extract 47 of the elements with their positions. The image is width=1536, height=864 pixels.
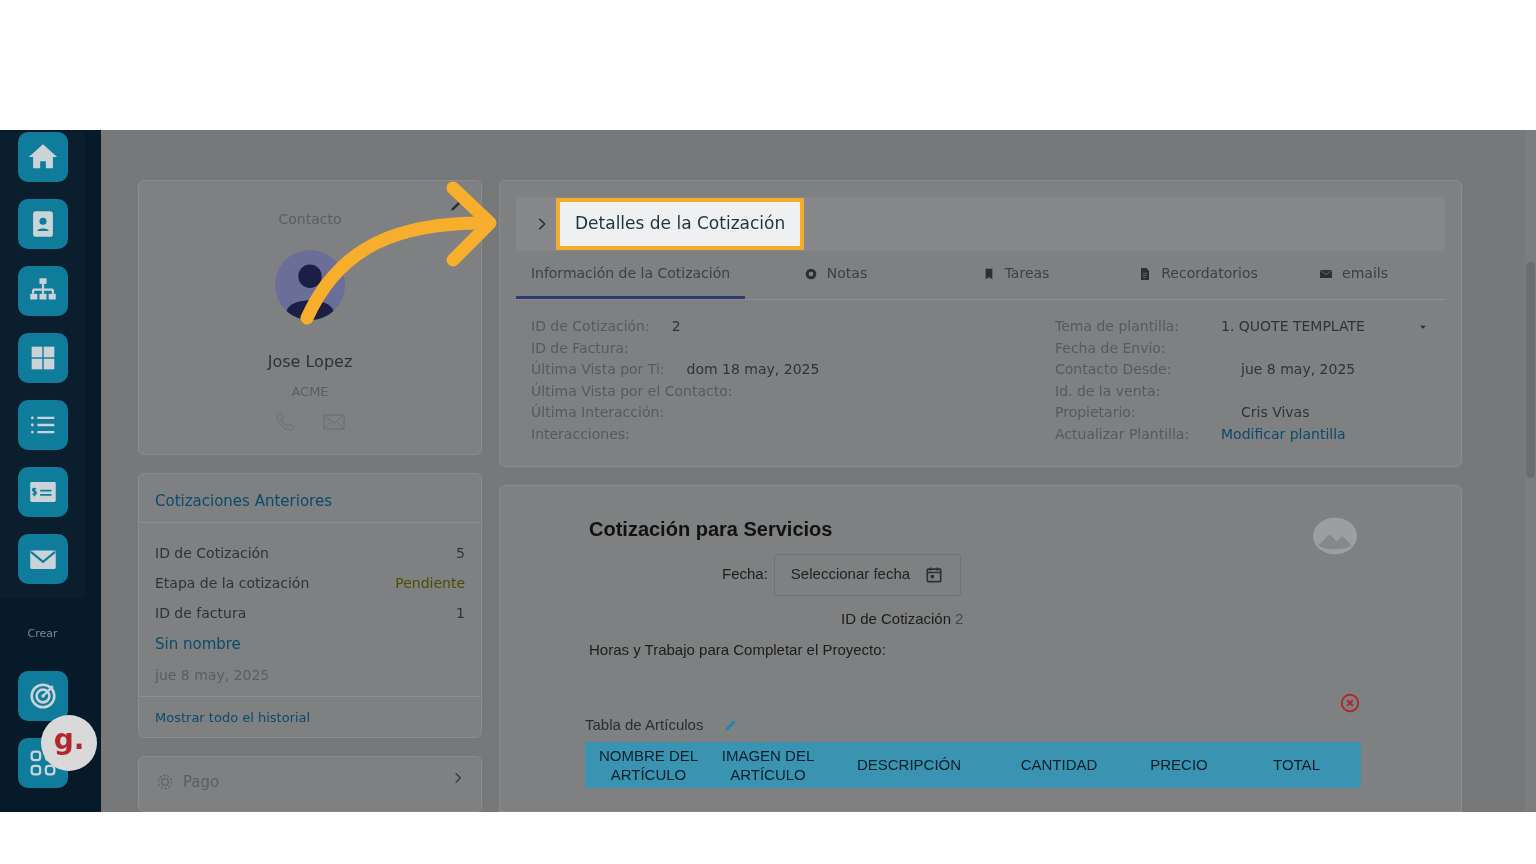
mail-button[interactable] [17,534,68,584]
table-label: Tabla de Artículos [585,714,704,735]
history-link[interactable]: Mostrar todo el historial [155,709,311,725]
row-label: ID de Cotización [155,544,269,564]
edit-icon[interactable] [449,199,463,213]
tab[interactable]: Notas [745,257,925,299]
row-label: Etapa de la cotización [155,574,310,594]
template-select[interactable]: 1. QUOTE TEMPLATE [1221,316,1430,338]
avatar [275,250,345,320]
tab[interactable]: Recordatorios [1105,257,1290,299]
template-link[interactable]: Modificar plantilla [1221,425,1346,442]
field-value: jue 8 may, 2025 [1241,361,1356,377]
column-header: DESCRIPCIÓN [855,755,963,775]
target-button[interactable] [17,670,68,721]
id-label: ID de Cotización [841,608,952,629]
date-field[interactable]: Seleccionar fecha [773,553,961,596]
row-value: 5 [456,544,465,564]
column-header: IMAGEN DEL ARTÍCULO [720,745,816,785]
row-label: ID de factura [155,604,247,624]
home-button[interactable] [17,132,68,182]
document-title: Cotización para Servicios [589,516,833,542]
field-value: Cris Vivas [1241,404,1310,420]
field-value: dom 18 may, 2025 [686,361,820,377]
column-header: NOMBRE DEL ARTÍCULO [597,745,700,785]
invoice-button[interactable] [17,467,68,517]
list-button[interactable] [17,400,68,450]
contact-name: Jose Lopez [267,351,353,373]
tab[interactable]: Tareas [925,257,1105,299]
quote-link[interactable]: Sin nombre [155,633,465,656]
section-title: Detalles de la Cotización [556,198,805,250]
card-title: Cotizaciones Anteriores [155,490,333,512]
row-value: 1 [456,604,465,624]
scrollbar[interactable] [1525,130,1536,812]
column-header: PRECIO [1149,755,1209,775]
date-label: Fecha: [722,564,768,585]
description-text: Horas y Trabajo para Completar el Proyecto: [589,640,887,661]
column-header: CANTIDAD [1019,755,1099,775]
row-value: Pendiente [395,574,465,594]
column-header: TOTAL [1272,755,1321,775]
field-value: 2 [671,318,681,334]
id-card-button[interactable] [17,199,68,249]
grid-button[interactable] [17,333,68,383]
hierarchy-button[interactable] [17,266,68,316]
tab[interactable]: emails [1290,257,1416,299]
section-label: Crear [26,626,59,642]
id-value: 2 [955,608,964,629]
tab[interactable]: Información de la Cotización [516,257,745,299]
